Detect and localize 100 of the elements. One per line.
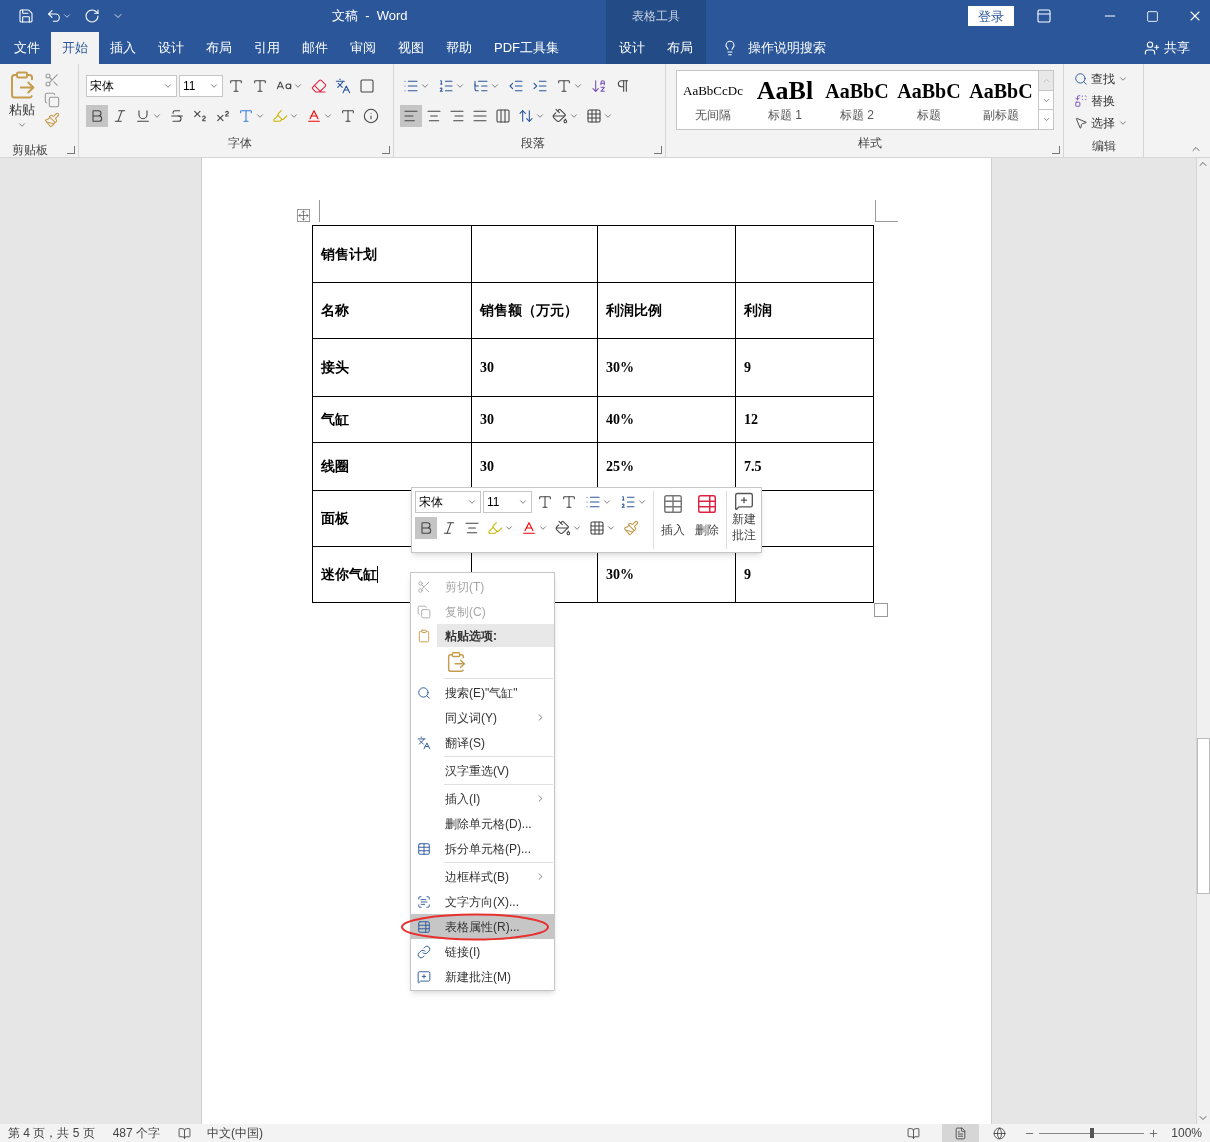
caret-icon[interactable] bbox=[62, 11, 72, 21]
dropdown-caret-icon[interactable] bbox=[163, 81, 173, 91]
bold-icon bbox=[418, 520, 434, 536]
table-cell: 30% bbox=[598, 339, 736, 397]
delete-button[interactable]: 删除 bbox=[690, 491, 724, 549]
login-button[interactable]: 登录 bbox=[968, 6, 1014, 26]
zoom-percentage[interactable]: 100% bbox=[1171, 1124, 1202, 1142]
ribbon-tab[interactable]: 插入 bbox=[99, 32, 147, 64]
context-menu-item[interactable]: 链接(I) bbox=[411, 939, 554, 964]
style-name: 无间隔 bbox=[695, 107, 731, 124]
context-menu-item[interactable]: 拆分单元格(P)... bbox=[411, 836, 554, 861]
print-layout-icon[interactable] bbox=[954, 1126, 968, 1140]
proofing-icon[interactable] bbox=[178, 1126, 192, 1140]
read-mode-icon[interactable] bbox=[907, 1126, 921, 1140]
language-indicator[interactable]: 中文(中国) bbox=[207, 1124, 264, 1142]
tell-me-search[interactable]: 操作说明搜索 bbox=[748, 38, 826, 58]
style-gallery-item[interactable]: AaBbC 标题 bbox=[893, 71, 965, 129]
style-gallery-item[interactable]: AaBl 标题 1 bbox=[749, 71, 821, 129]
format-painter-icon[interactable] bbox=[44, 112, 60, 128]
font-size-field[interactable]: 11 bbox=[179, 75, 223, 97]
web-layout-icon[interactable] bbox=[993, 1126, 1007, 1140]
dialog-launcher-icon[interactable] bbox=[654, 146, 662, 154]
style-gallery-item[interactable]: AaBbCcDc 无间隔 bbox=[677, 71, 749, 129]
alignment-icon bbox=[449, 108, 465, 124]
ribbon-tab[interactable]: 视图 bbox=[387, 32, 435, 64]
ribbon-display-icon[interactable] bbox=[1036, 8, 1052, 24]
format-painter-icon bbox=[623, 520, 639, 536]
ribbon-tab[interactable]: 设计 bbox=[147, 32, 195, 64]
multilevel-list-icon bbox=[473, 78, 489, 94]
dialog-launcher-icon[interactable] bbox=[1052, 146, 1060, 154]
copy-icon[interactable] bbox=[44, 92, 60, 108]
paste-button[interactable]: 粘贴 bbox=[0, 70, 44, 137]
phonetic-guide-icon bbox=[335, 78, 351, 94]
style-preview: AaBbC bbox=[969, 79, 1033, 104]
zoom-slider-thumb[interactable] bbox=[1089, 1128, 1094, 1138]
zoom-in-icon[interactable] bbox=[1148, 1127, 1160, 1139]
bold-button[interactable] bbox=[86, 105, 108, 127]
lightbulb-icon[interactable] bbox=[722, 40, 738, 56]
word-count[interactable]: 487 个字 bbox=[112, 1124, 161, 1142]
font-name-field[interactable]: 宋体 bbox=[86, 75, 177, 97]
ribbon-tab[interactable]: 邮件 bbox=[291, 32, 339, 64]
group-label: 段落 bbox=[520, 137, 545, 152]
file-tab[interactable]: 文件 bbox=[3, 32, 51, 64]
zoom-slider[interactable] bbox=[1039, 1128, 1145, 1138]
page-count[interactable]: 第 4 页，共 5 页 bbox=[8, 1124, 95, 1142]
dialog-launcher-icon[interactable] bbox=[67, 146, 75, 154]
increase-indent-icon bbox=[532, 78, 548, 94]
font-name-field[interactable]: 宋体 bbox=[415, 491, 481, 513]
dropdown-caret-icon[interactable] bbox=[467, 497, 477, 507]
highlighter-icon bbox=[272, 108, 288, 124]
table-move-handle-icon[interactable] bbox=[297, 209, 310, 222]
ribbon-tab[interactable]: PDF工具集 bbox=[483, 32, 570, 64]
share-button[interactable]: 共享 bbox=[1144, 38, 1190, 58]
ribbon-tab[interactable]: 布局 bbox=[656, 32, 704, 64]
ribbon-tab[interactable]: 开始 bbox=[51, 32, 99, 64]
ribbon-tab[interactable]: 审阅 bbox=[339, 32, 387, 64]
menu-item-icon bbox=[417, 894, 431, 909]
alignment-button[interactable] bbox=[400, 105, 422, 127]
style-gallery-item[interactable]: AaBbC 副标题 bbox=[965, 71, 1037, 129]
scrollbar-thumb[interactable] bbox=[1197, 738, 1210, 894]
bullets-icon bbox=[403, 78, 419, 94]
clipboard-icon bbox=[445, 651, 467, 673]
find-button[interactable]: 查找 bbox=[1074, 70, 1143, 88]
dialog-launcher-icon[interactable] bbox=[382, 146, 390, 154]
vertical-scrollbar[interactable] bbox=[1196, 158, 1210, 1124]
context-menu-item[interactable]: 删除单元格(D)... bbox=[411, 811, 554, 836]
ribbon-tab[interactable]: 帮助 bbox=[435, 32, 483, 64]
group-label: 编辑 bbox=[1092, 139, 1116, 153]
undo-icon[interactable] bbox=[46, 8, 62, 24]
bold-button[interactable] bbox=[415, 517, 437, 539]
select-button[interactable]: 选择 bbox=[1074, 114, 1143, 132]
style-gallery-item[interactable]: AaBbC 标题 2 bbox=[821, 71, 893, 129]
bold-icon bbox=[89, 108, 105, 124]
caret-icon bbox=[490, 81, 500, 91]
context-menu-item[interactable]: 汉字重选(V) bbox=[411, 758, 554, 783]
save-icon[interactable] bbox=[18, 8, 34, 24]
replace-button[interactable]: 替换 bbox=[1074, 92, 1143, 110]
dropdown-caret-icon[interactable] bbox=[518, 497, 528, 507]
insert-button[interactable]: 插入 bbox=[656, 491, 691, 549]
context-menu-item[interactable]: 翻译(S) bbox=[411, 730, 554, 755]
context-menu-item[interactable]: 文字方向(X)... bbox=[411, 889, 554, 914]
dropdown-caret-icon[interactable] bbox=[209, 81, 219, 91]
ribbon-tab[interactable]: 布局 bbox=[195, 32, 243, 64]
borders-icon bbox=[589, 520, 605, 536]
context-menu-item[interactable]: 搜索(E)"气缸" bbox=[411, 680, 554, 705]
maximize-icon[interactable] bbox=[1146, 9, 1159, 23]
table-cell: 销售额（万元） bbox=[472, 283, 598, 339]
scissors-icon[interactable] bbox=[44, 72, 60, 88]
redo-icon[interactable] bbox=[84, 8, 100, 24]
new-comment-button[interactable]: 新建批注 bbox=[730, 491, 758, 549]
ribbon-tab[interactable]: 设计 bbox=[608, 32, 656, 64]
table-cell: 40% bbox=[598, 397, 736, 443]
context-menu-item[interactable]: 边框样式(B) bbox=[411, 864, 554, 889]
table-resize-handle[interactable] bbox=[874, 603, 888, 617]
context-menu-item[interactable]: 插入(I) bbox=[411, 786, 554, 811]
context-menu-item[interactable]: 同义词(Y) bbox=[411, 705, 554, 730]
font-size-field[interactable]: 11 bbox=[483, 491, 532, 513]
context-menu-item[interactable]: 新建批注(M) bbox=[411, 964, 554, 989]
menu-item-icon bbox=[417, 735, 431, 750]
ribbon-tab[interactable]: 引用 bbox=[243, 32, 291, 64]
